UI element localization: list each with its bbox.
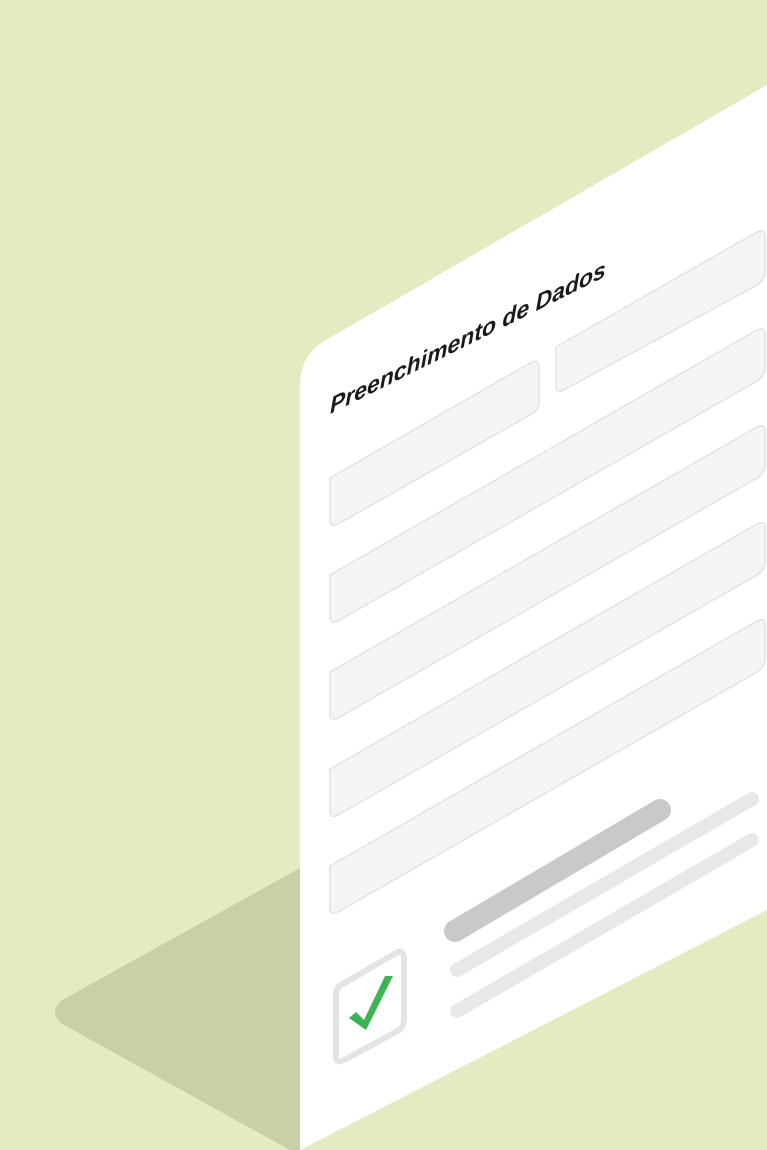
illustration-scene: Preenchimento de Dados	[0, 0, 767, 1150]
